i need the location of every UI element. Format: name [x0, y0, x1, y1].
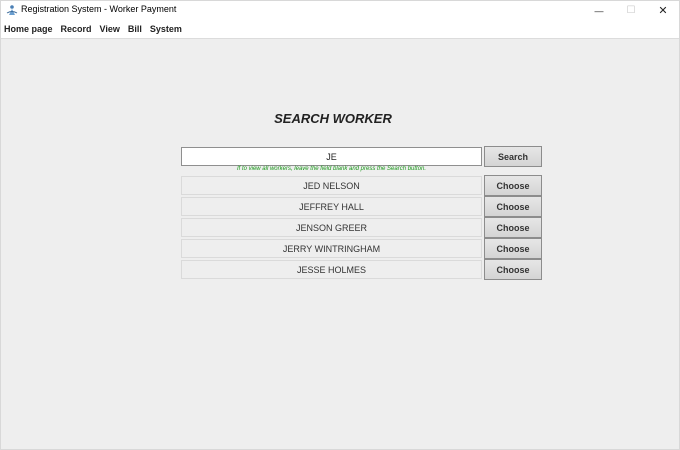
close-icon: ✕ [658, 5, 668, 17]
result-row-jenson-greer: JENSON GREER [181, 218, 482, 237]
title-bar[interactable]: Registration System - Worker Payment — ☐… [1, 1, 679, 20]
menu-view[interactable]: View [96, 24, 124, 34]
menu-bill[interactable]: Bill [124, 24, 146, 34]
result-row-jerry-wintringham: JERRY WINTRINGHAM [181, 239, 482, 258]
maximize-icon: ☐ [626, 5, 636, 16]
search-hint: If to view all workers, leave the field … [236, 166, 427, 172]
menu-bar: Home page Record View Bill System [1, 20, 679, 39]
menu-home-page[interactable]: Home page [1, 24, 57, 34]
search-input[interactable] [181, 147, 482, 166]
menu-system[interactable]: System [146, 24, 186, 34]
page-title: SEARCH WORKER [274, 111, 392, 126]
window-title: Registration System - Worker Payment [21, 4, 177, 14]
choose-button-jeffrey-hall[interactable]: Choose [484, 196, 542, 217]
result-row-jeffrey-hall: JEFFREY HALL [181, 197, 482, 216]
maximize-button: ☐ [615, 1, 647, 20]
close-button[interactable]: ✕ [647, 1, 679, 20]
result-row-jesse-holmes: JESSE HOLMES [181, 260, 482, 279]
java-app-icon [6, 5, 18, 15]
result-row-jed-nelson: JED NELSON [181, 176, 482, 195]
menu-record[interactable]: Record [57, 24, 96, 34]
choose-button-jed-nelson[interactable]: Choose [484, 175, 542, 196]
search-button[interactable]: Search [484, 146, 542, 167]
choose-button-jesse-holmes[interactable]: Choose [484, 259, 542, 280]
minimize-icon: — [594, 5, 604, 16]
minimize-button[interactable]: — [583, 1, 615, 20]
app-window: Registration System - Worker Payment — ☐… [0, 0, 680, 450]
choose-button-jerry-wintringham[interactable]: Choose [484, 238, 542, 259]
choose-button-jenson-greer[interactable]: Choose [484, 217, 542, 238]
